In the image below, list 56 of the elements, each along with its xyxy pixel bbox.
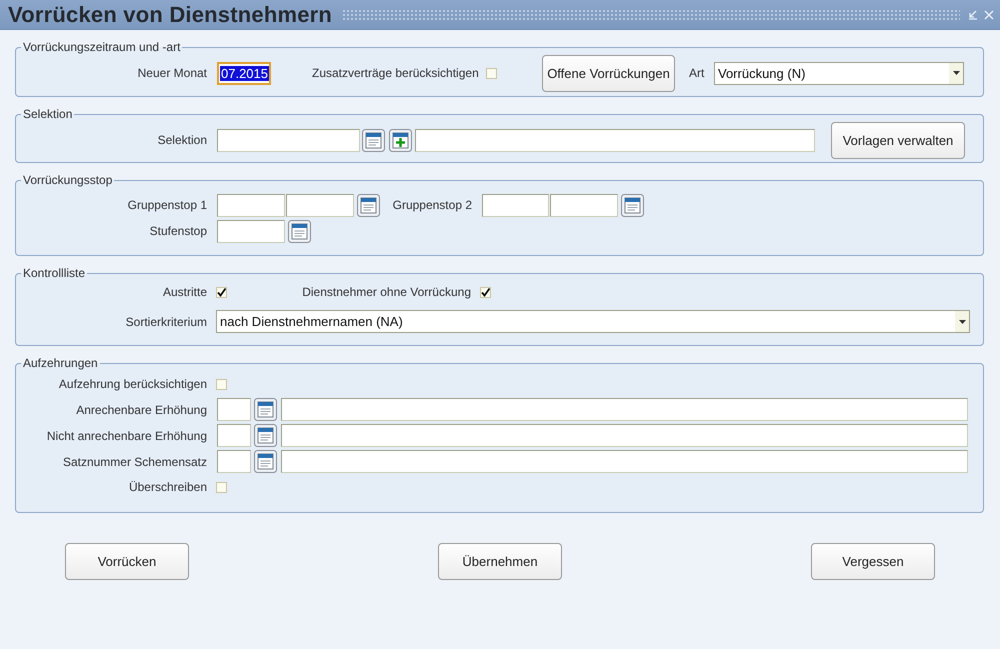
input-field[interactable]	[286, 194, 354, 216]
input-field[interactable]	[217, 424, 251, 447]
input-field[interactable]	[550, 194, 618, 216]
input-field[interactable]	[415, 128, 815, 152]
field-label: Zusatzverträge berücksichtigen	[312, 66, 480, 80]
field-label: Satznummer Schemensatz	[62, 454, 207, 468]
section-title: Kontrollliste	[22, 266, 86, 280]
checkbox[interactable]	[480, 286, 491, 298]
list-icon[interactable]	[357, 194, 380, 216]
field-label: Austritte	[162, 285, 207, 299]
field-label: Gruppenstop 1	[126, 198, 207, 212]
action-button[interactable]: Übernehmen	[438, 543, 562, 580]
list-icon[interactable]	[254, 450, 277, 473]
checkbox[interactable]	[216, 286, 227, 298]
action-button[interactable]: Vorrücken	[65, 543, 189, 580]
field-label: Neuer Monat	[136, 66, 207, 80]
push-button[interactable]: Offene Vorrückungen	[542, 54, 675, 92]
input-field[interactable]	[281, 424, 968, 447]
section-title: Vorrückungszeitraum und -art	[22, 40, 182, 54]
input-field[interactable]	[482, 194, 549, 216]
window-title: Vorrücken von Dienstnehmern	[8, 2, 332, 28]
input-field[interactable]	[217, 194, 285, 216]
close-icon[interactable]	[984, 10, 994, 20]
add-icon[interactable]	[389, 128, 412, 152]
input-field[interactable]: 07.2015	[217, 62, 271, 84]
field-label: Stufenstop	[148, 224, 207, 238]
input-field[interactable]	[281, 398, 968, 421]
caret-icon[interactable]	[952, 71, 960, 75]
input-field[interactable]	[217, 450, 251, 473]
input-field[interactable]	[217, 398, 251, 421]
list-icon[interactable]	[254, 398, 277, 421]
field-label: Selektion	[156, 133, 207, 147]
field-label: Nicht anrechenbare Erhöhung	[46, 428, 207, 442]
list-icon[interactable]	[621, 194, 644, 216]
input-field[interactable]	[281, 450, 968, 473]
section-title: Aufzehrungen	[22, 356, 99, 370]
field-label: Gruppenstop 2	[392, 198, 472, 212]
action-button[interactable]: Vergessen	[811, 543, 935, 580]
list-icon[interactable]	[288, 220, 311, 242]
field-label: Sortierkriterium	[124, 314, 207, 328]
input-field[interactable]	[217, 220, 285, 242]
dropdown[interactable]: nach Dienstnehmernamen (NA)	[216, 310, 970, 333]
field-label: Aufzehrung berücksichtigen	[58, 377, 207, 391]
caret-icon[interactable]	[958, 320, 966, 324]
list-icon[interactable]	[254, 424, 277, 447]
field-label: Dienstnehmer ohne Vorrückung	[301, 285, 471, 299]
push-button[interactable]: Vorlagen verwalten	[831, 122, 965, 158]
minimize-icon[interactable]	[968, 10, 978, 20]
section-title: Selektion	[22, 107, 74, 121]
field-label: Überschreiben	[128, 480, 207, 494]
section-title: Vorrückungsstop	[22, 173, 114, 187]
list-icon[interactable]	[362, 128, 385, 152]
field-label: Anrechenbare Erhöhung	[75, 402, 207, 416]
field-label: Art	[689, 66, 706, 80]
input-field[interactable]	[217, 128, 360, 152]
dropdown[interactable]: Vorrückung (N)	[714, 62, 964, 84]
